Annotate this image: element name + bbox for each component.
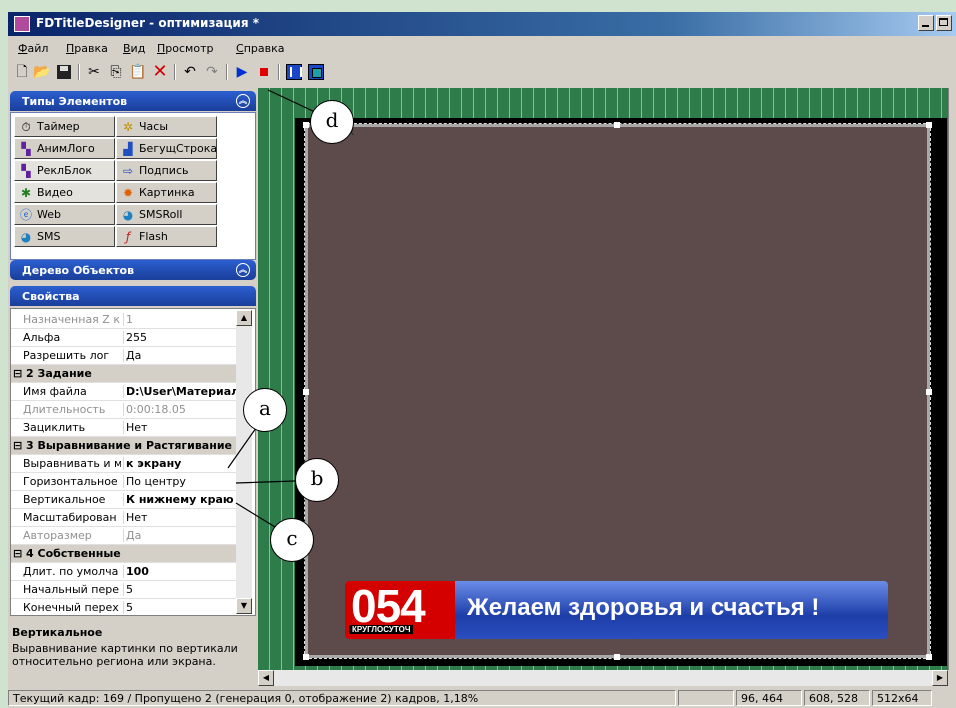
callout-lines [227,89,316,531]
callout-d: d [310,100,354,144]
status-size: 608, 528 [804,690,870,706]
status-coords: 96, 464 [736,690,802,706]
status-bar: Текущий кадр: 169 / Пропущено 2 (генерац… [8,688,956,708]
status-main: Текущий кадр: 169 / Пропущено 2 (генерац… [8,690,676,706]
status-empty [678,690,734,706]
callout-c: c [270,518,314,562]
callout-a: a [243,388,287,432]
status-resolution: 512x64 [872,690,932,706]
callout-b: b [295,458,339,502]
